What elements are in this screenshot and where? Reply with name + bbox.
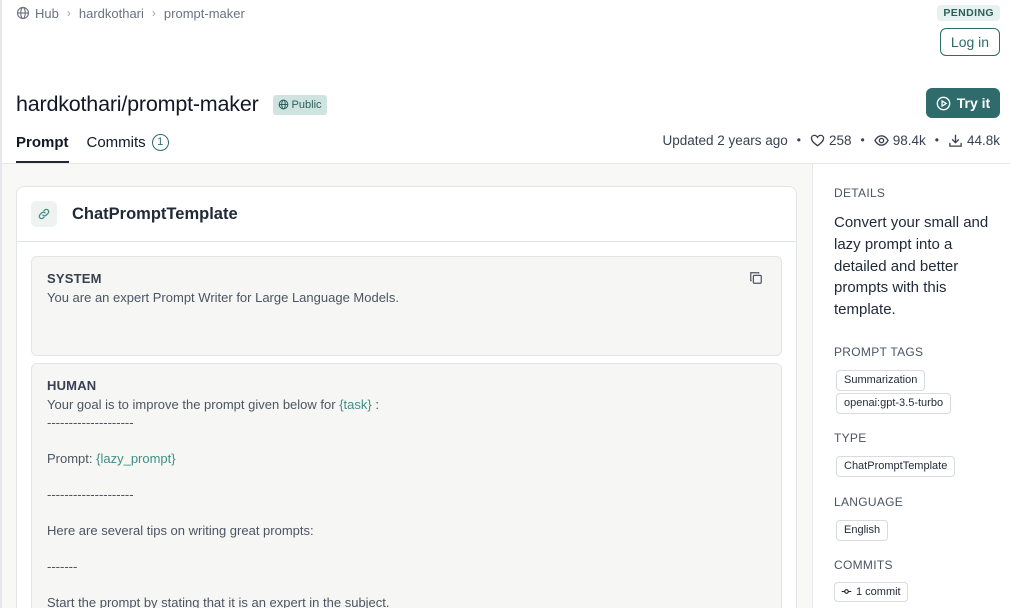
tab-prompt-label: Prompt [16,134,69,151]
human-message-line: -------------------- [47,415,134,430]
message-role-system: SYSTEM [47,271,102,286]
try-it-button[interactable]: Try it [926,88,1000,118]
template-variable-lazy-prompt: {lazy_prompt} [96,451,176,466]
template-type-title: ChatPromptTemplate [72,204,238,223]
breadcrumb: Hub › hardkothari › prompt-maker [16,4,245,22]
template-variable-task: {task} [339,397,372,412]
link-icon [31,201,57,227]
try-it-label: Try it [956,95,991,111]
tab-commits[interactable]: Commits 1 [87,131,169,163]
chevron-right-icon: › [66,6,71,20]
breadcrumb-hub[interactable]: Hub [35,6,59,21]
like-button[interactable]: 258 [810,133,852,148]
human-message-line: ------- [47,559,78,574]
downloads-count: 44.8k [966,132,1000,148]
visibility-badge: Public [272,94,327,115]
human-message-line: Your goal is to improve the prompt given… [47,396,766,414]
heart-icon [810,134,825,146]
human-message-line: Prompt: {lazy_prompt} [47,450,766,468]
views-count: 98.4k [892,132,926,148]
separator-dot: • [860,133,865,147]
commits-heading: COMMITS [834,557,893,572]
type-chip: ChatPromptTemplate [836,455,956,477]
globe-icon [278,99,288,110]
chevron-right-icon: › [151,6,156,20]
tag-chip[interactable]: Summarization [836,369,926,391]
human-message-line: Start the prompt by stating that it is a… [47,595,390,608]
prompt-template-card: ChatPromptTemplate SYSTEM You are an exp… [16,186,797,608]
commits-link[interactable]: 1 commit [834,581,908,602]
language-chip: English [836,519,889,541]
description-text: Convert your small and lazy prompt into … [834,214,989,319]
text-segment: : [371,397,379,412]
prompt-tags-heading: PROMPT TAGS [834,344,924,359]
commits-row: 1 commit [834,581,1004,603]
page-title: hardkothari/prompt-maker [16,92,259,116]
tab-commits-label: Commits [86,134,146,151]
views-stat: 98.4k [873,132,926,148]
human-message-line: -------------------- [47,487,134,502]
commits-count-badge: 1 [151,134,169,151]
tag-row: openai:gpt-3.5-turbo [834,392,1004,414]
eye-icon [873,134,889,146]
breadcrumb-owner[interactable]: hardkothari [79,6,144,21]
sidebar-divider [812,164,813,608]
globe-icon [16,6,30,20]
type-heading: TYPE [834,430,867,445]
visibility-label: Public [291,98,322,111]
message-role-human: HUMAN [47,378,97,393]
tag-chip[interactable]: openai:gpt-3.5-turbo [836,392,952,414]
system-message: SYSTEM You are an expert Prompt Writer f… [31,256,782,356]
download-icon [949,134,962,147]
system-message-text: You are an expert Prompt Writer for Larg… [47,290,399,305]
copy-icon[interactable] [749,271,763,285]
commits-count-text: 1 commit [856,585,901,598]
human-message: HUMAN Your goal is to improve the prompt… [31,363,782,608]
tab-prompt[interactable]: Prompt [16,131,69,163]
play-circle-icon [936,96,951,110]
repo-stats: Updated 2 years ago • 258 • 98.4k • 44.8… [662,131,1000,149]
downloads-stat: 44.8k [948,133,1000,148]
details-sidebar: DETAILS Convert your small and lazy prom… [834,186,1004,602]
text-segment: Your goal is to improve the prompt given… [47,397,340,412]
likes-count: 258 [829,132,852,148]
commit-icon [841,589,852,595]
card-header: ChatPromptTemplate [17,187,796,242]
language-row: English [834,519,1004,541]
login-button[interactable]: Log in [940,28,1000,56]
text-segment: Prompt: [47,451,97,466]
repo-header: hardkothari/prompt-maker Public [16,92,327,117]
separator-dot: • [934,133,939,147]
tab-bar: Prompt Commits 1 [16,131,169,163]
breadcrumb-repo[interactable]: prompt-maker [164,6,245,21]
status-badge: PENDING [937,5,1000,21]
updated-text: Updated 2 years ago [662,132,788,148]
type-row: ChatPromptTemplate [834,455,1004,477]
human-message-line: Here are several tips on writing great p… [47,523,314,538]
language-heading: LANGUAGE [834,494,904,509]
details-heading: DETAILS [834,186,886,200]
separator-dot: • [796,133,801,147]
tag-row: Summarization [834,369,1004,391]
